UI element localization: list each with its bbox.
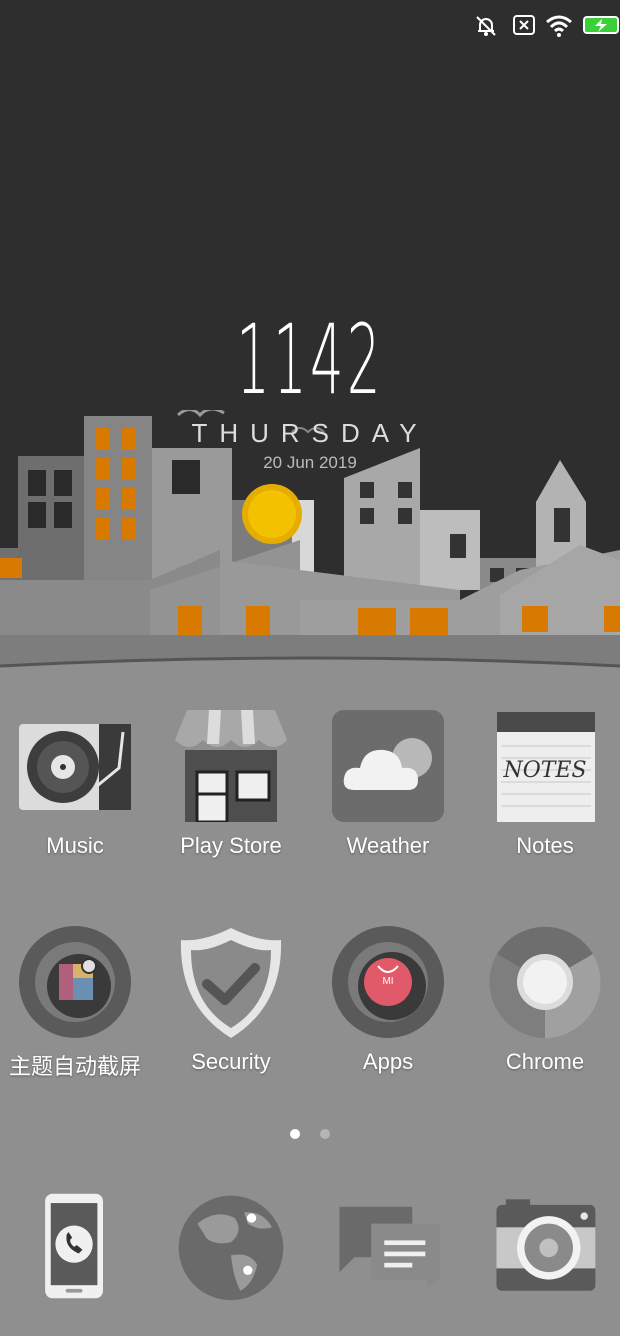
screenshot-icon <box>19 926 131 1038</box>
app-play-store[interactable]: Play Store <box>156 710 306 859</box>
app-apps[interactable]: MI Apps <box>313 926 463 1075</box>
clock-widget[interactable]: 1142 THURSDAY 20 Jun 2019 <box>0 310 620 473</box>
sim-x-icon <box>513 15 535 35</box>
shield-check-icon <box>180 928 282 1038</box>
dock-phone[interactable] <box>0 1190 150 1307</box>
battery-charging-icon <box>583 16 619 34</box>
phone-icon <box>45 1193 103 1299</box>
app-chrome[interactable]: Chrome <box>470 926 620 1075</box>
app-weather[interactable]: Weather <box>313 710 463 859</box>
app-theme-screenshot[interactable]: 主题自动截屏 <box>0 926 150 1081</box>
page-dot[interactable] <box>320 1129 331 1139</box>
bell-off-icon <box>476 16 496 36</box>
camera-icon <box>496 1199 596 1291</box>
clock-day: THURSDAY <box>191 418 429 448</box>
app-label: Security <box>191 1049 271 1074</box>
page-indicator[interactable] <box>0 1126 620 1144</box>
dock <box>0 1190 620 1320</box>
app-label: 主题自动截屏 <box>8 1054 141 1079</box>
app-notes[interactable]: NOTES Notes <box>470 710 620 859</box>
app-security[interactable]: Security <box>156 926 306 1075</box>
app-label: Apps <box>362 1049 414 1074</box>
dock-browser[interactable] <box>156 1190 306 1307</box>
app-label: Weather <box>346 833 430 858</box>
wifi-icon <box>546 15 572 37</box>
storefront-icon <box>175 710 287 824</box>
globe-icon <box>178 1195 284 1301</box>
dock-camera[interactable] <box>470 1190 620 1307</box>
mi-logo-text: MI <box>382 976 394 987</box>
sun-icon <box>242 484 302 544</box>
messages-icon <box>339 1206 441 1288</box>
clock-date: 20 Jun 2019 <box>263 453 357 472</box>
dock-messages[interactable] <box>313 1190 463 1307</box>
chrome-icon <box>489 926 601 1038</box>
app-label: Notes <box>516 833 574 858</box>
turntable-icon <box>19 724 131 810</box>
page-dot-active[interactable] <box>289 1129 300 1139</box>
app-label: Music <box>46 833 104 858</box>
status-bar <box>0 8 620 42</box>
clock-time: 1142 <box>236 304 384 416</box>
app-label: Play Store <box>180 833 282 858</box>
notes-icon-text: NOTES <box>503 758 587 783</box>
cloud-icon <box>332 710 444 822</box>
app-label: Chrome <box>505 1049 585 1074</box>
app-music[interactable]: Music <box>0 710 150 859</box>
